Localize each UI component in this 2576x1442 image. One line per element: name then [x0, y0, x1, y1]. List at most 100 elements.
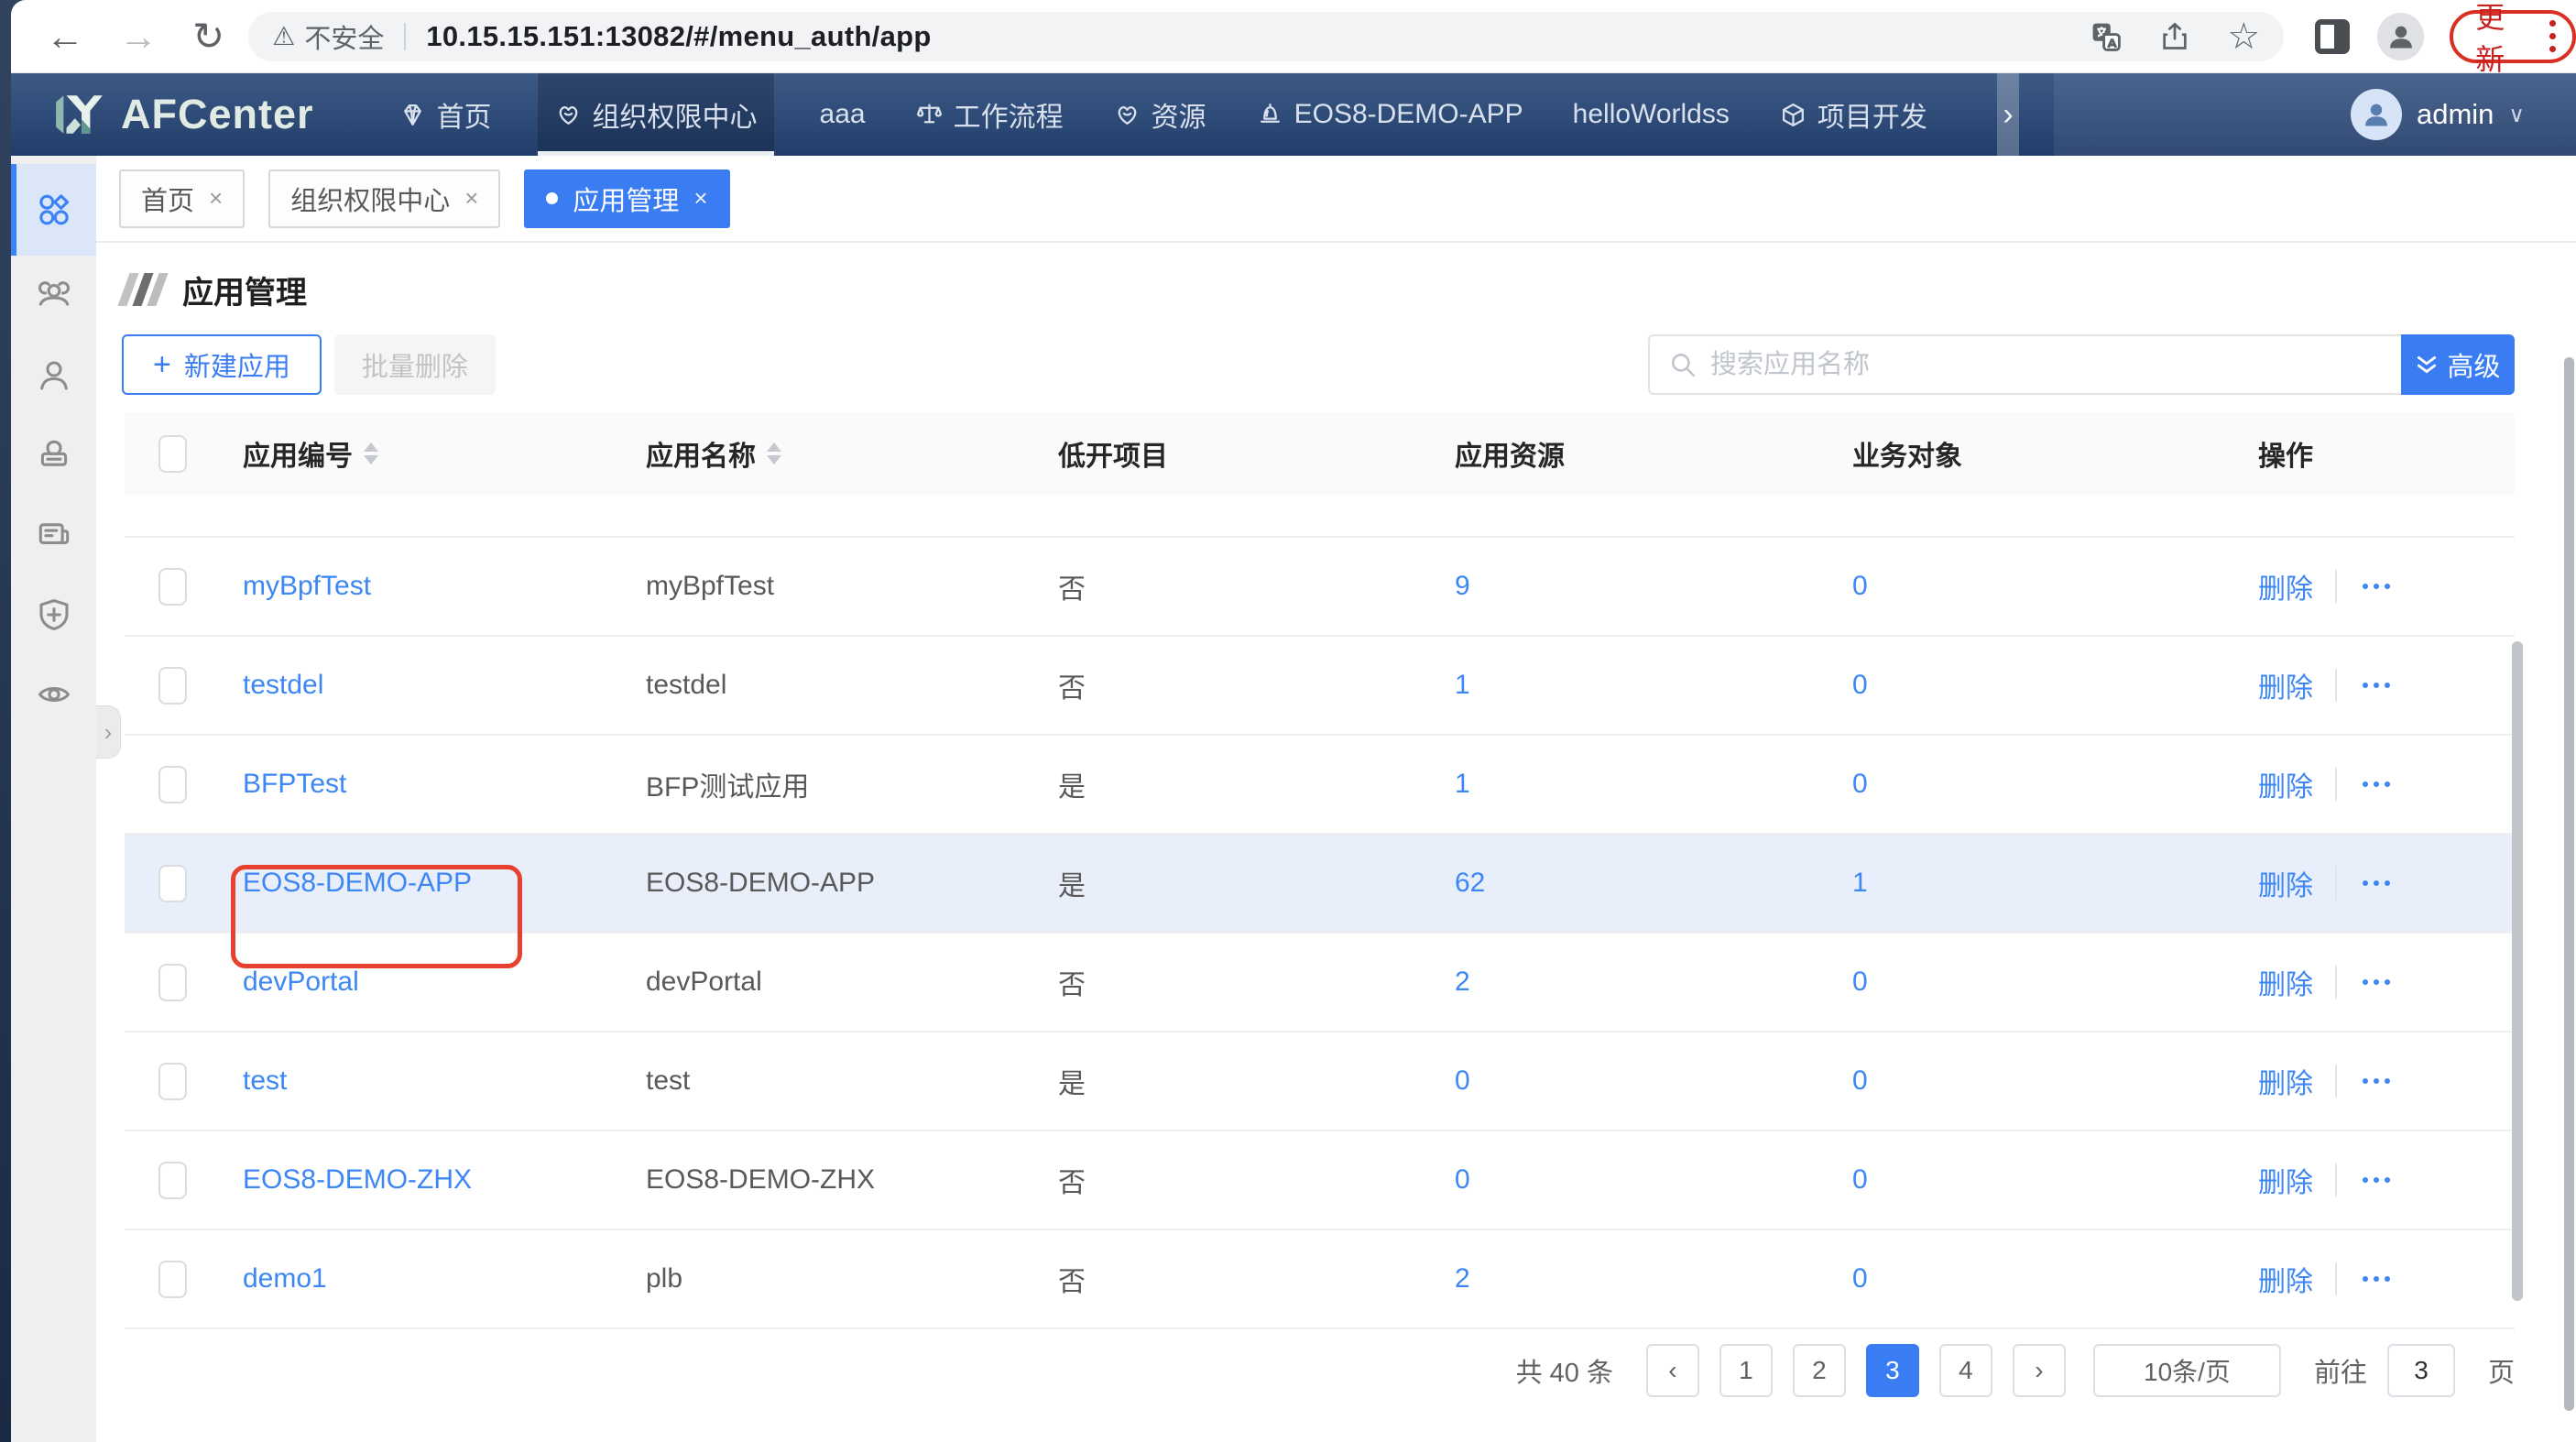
more-actions-icon[interactable] [2359, 871, 2394, 895]
tab-close-icon[interactable]: × [464, 184, 478, 213]
app-code-link[interactable]: testdel [243, 670, 323, 701]
biz-objects-link[interactable]: 0 [1852, 769, 1868, 800]
more-actions-icon[interactable] [2359, 970, 2394, 994]
nav-item-home[interactable]: 首页 [395, 73, 496, 156]
delete-link[interactable]: 删除 [2258, 1259, 2313, 1299]
delete-link[interactable]: 删除 [2258, 962, 2313, 1002]
app-resources-link[interactable]: 62 [1455, 868, 1485, 899]
sidebar-item-settings[interactable] [11, 654, 96, 734]
app-resources-link[interactable]: 1 [1455, 670, 1470, 701]
sidebar-item-apps[interactable] [11, 164, 96, 256]
nav-item-org-auth-center[interactable]: 组织权限中心 [538, 73, 774, 156]
tab-close-icon[interactable]: × [693, 184, 707, 213]
delete-link[interactable]: 删除 [2258, 1061, 2313, 1101]
page-button-2[interactable]: 2 [1793, 1344, 1846, 1397]
next-page-button[interactable]: › [2013, 1344, 2066, 1397]
table-scrollbar[interactable] [2512, 641, 2523, 1301]
page-button-4[interactable]: 4 [1939, 1344, 1992, 1397]
page-button-1[interactable]: 1 [1719, 1344, 1773, 1397]
nav-scroll-right[interactable]: › [1997, 73, 2019, 156]
sidebar-item-user[interactable] [11, 335, 96, 415]
nav-item-resources[interactable]: 资源 [1109, 73, 1210, 156]
chrome-update-button[interactable]: 更新 [2450, 10, 2576, 63]
prev-page-button[interactable]: ‹ [1646, 1344, 1699, 1397]
window-scrollbar[interactable] [2564, 357, 2574, 1411]
delete-link[interactable]: 删除 [2258, 1160, 2313, 1200]
app-resources-link[interactable]: 9 [1455, 571, 1470, 602]
header-app-code[interactable]: 应用编号 [220, 433, 623, 474]
more-actions-icon[interactable] [2359, 1168, 2394, 1192]
app-code-link[interactable]: myBpfTest [243, 571, 371, 602]
tab-close-icon[interactable]: × [209, 184, 223, 213]
split-view-icon[interactable] [2315, 19, 2350, 54]
page-size-select[interactable]: 10条/页 [2093, 1344, 2281, 1397]
app-code-link[interactable]: demo1 [243, 1263, 327, 1295]
app-resources-link[interactable]: 0 [1455, 1164, 1470, 1196]
translate-icon[interactable] [2090, 20, 2123, 53]
bookmark-star-icon[interactable]: ☆ [2227, 16, 2260, 58]
sidebar-item-org[interactable] [11, 256, 96, 335]
more-actions-icon[interactable] [2359, 673, 2394, 697]
app-code-link[interactable]: BFPTest [243, 769, 346, 800]
sort-icon[interactable] [767, 442, 781, 464]
nav-item-workflow[interactable]: 工作流程 [911, 73, 1067, 156]
more-actions-icon[interactable] [2359, 1069, 2394, 1093]
advanced-search-button[interactable]: 高级 [2401, 334, 2515, 395]
browser-menu-icon[interactable] [2549, 20, 2556, 52]
biz-objects-link[interactable]: 0 [1852, 967, 1868, 998]
app-code-link[interactable]: EOS8-DEMO-ZHX [243, 1164, 472, 1196]
row-checkbox[interactable] [158, 1261, 187, 1298]
biz-objects-link[interactable]: 0 [1852, 1164, 1868, 1196]
row-checkbox[interactable] [158, 667, 187, 705]
biz-objects-link[interactable]: 0 [1852, 1263, 1868, 1295]
sidebar-item-auth[interactable] [11, 574, 96, 654]
brand[interactable]: AFCenter [53, 88, 314, 141]
row-checkbox[interactable] [158, 1063, 187, 1100]
tab-首页[interactable]: 首页× [119, 169, 245, 228]
row-checkbox[interactable] [158, 964, 187, 1001]
browser-reload-icon[interactable]: ↻ [192, 17, 224, 56]
address-bar[interactable]: ⚠ 不安全 10.15.15.151:13082/#/menu_auth/app… [248, 12, 2284, 61]
tab-应用管理[interactable]: 应用管理× [524, 169, 729, 228]
app-code-link[interactable]: devPortal [243, 967, 359, 998]
header-app-name[interactable]: 应用名称 [623, 433, 1035, 474]
search-box[interactable] [1648, 334, 2401, 395]
page-button-3[interactable]: 3 [1866, 1344, 1919, 1397]
search-input[interactable] [1710, 350, 2401, 380]
goto-page-input[interactable] [2387, 1344, 2455, 1397]
biz-objects-link[interactable]: 1 [1852, 868, 1868, 899]
browser-forward-icon[interactable]: → [119, 17, 158, 56]
row-checkbox[interactable] [158, 1162, 187, 1199]
more-actions-icon[interactable] [2359, 1267, 2394, 1291]
delete-link[interactable]: 删除 [2258, 863, 2313, 903]
more-actions-icon[interactable] [2359, 772, 2394, 796]
app-resources-link[interactable]: 2 [1455, 1263, 1470, 1295]
url-text[interactable]: 10.15.15.151:13082/#/menu_auth/app [426, 20, 931, 53]
app-resources-link[interactable]: 2 [1455, 967, 1470, 998]
biz-objects-link[interactable]: 0 [1852, 1065, 1868, 1097]
biz-objects-link[interactable]: 0 [1852, 571, 1868, 602]
delete-link[interactable]: 删除 [2258, 566, 2313, 606]
nav-item-aaa[interactable]: aaa [816, 73, 869, 156]
new-app-button[interactable]: + 新建应用 [122, 334, 322, 395]
delete-link[interactable]: 删除 [2258, 665, 2313, 705]
user-menu[interactable]: admin ∨ [2351, 73, 2525, 156]
nav-item-helloworldss[interactable]: helloWorldss [1569, 73, 1733, 156]
delete-link[interactable]: 删除 [2258, 764, 2313, 804]
tab-组织权限中心[interactable]: 组织权限中心× [268, 169, 500, 228]
browser-back-icon[interactable]: ← [46, 17, 84, 56]
biz-objects-link[interactable]: 0 [1852, 670, 1868, 701]
select-all-checkbox[interactable] [158, 435, 187, 473]
sort-icon[interactable] [364, 442, 378, 464]
app-code-link[interactable]: test [243, 1065, 287, 1097]
sidebar-item-role[interactable] [11, 415, 96, 495]
nav-item-project-dev[interactable]: 项目开发 [1775, 73, 1931, 156]
batch-delete-button[interactable]: 批量删除 [334, 334, 496, 395]
app-resources-link[interactable]: 1 [1455, 769, 1470, 800]
share-icon[interactable] [2159, 21, 2190, 52]
row-checkbox[interactable] [158, 568, 187, 606]
nav-item-eos8-demo-app[interactable]: EOS8-DEMO-APP [1252, 73, 1527, 156]
sidebar-item-news[interactable] [11, 495, 96, 574]
browser-profile-avatar[interactable] [2377, 13, 2424, 60]
app-resources-link[interactable]: 0 [1455, 1065, 1470, 1097]
